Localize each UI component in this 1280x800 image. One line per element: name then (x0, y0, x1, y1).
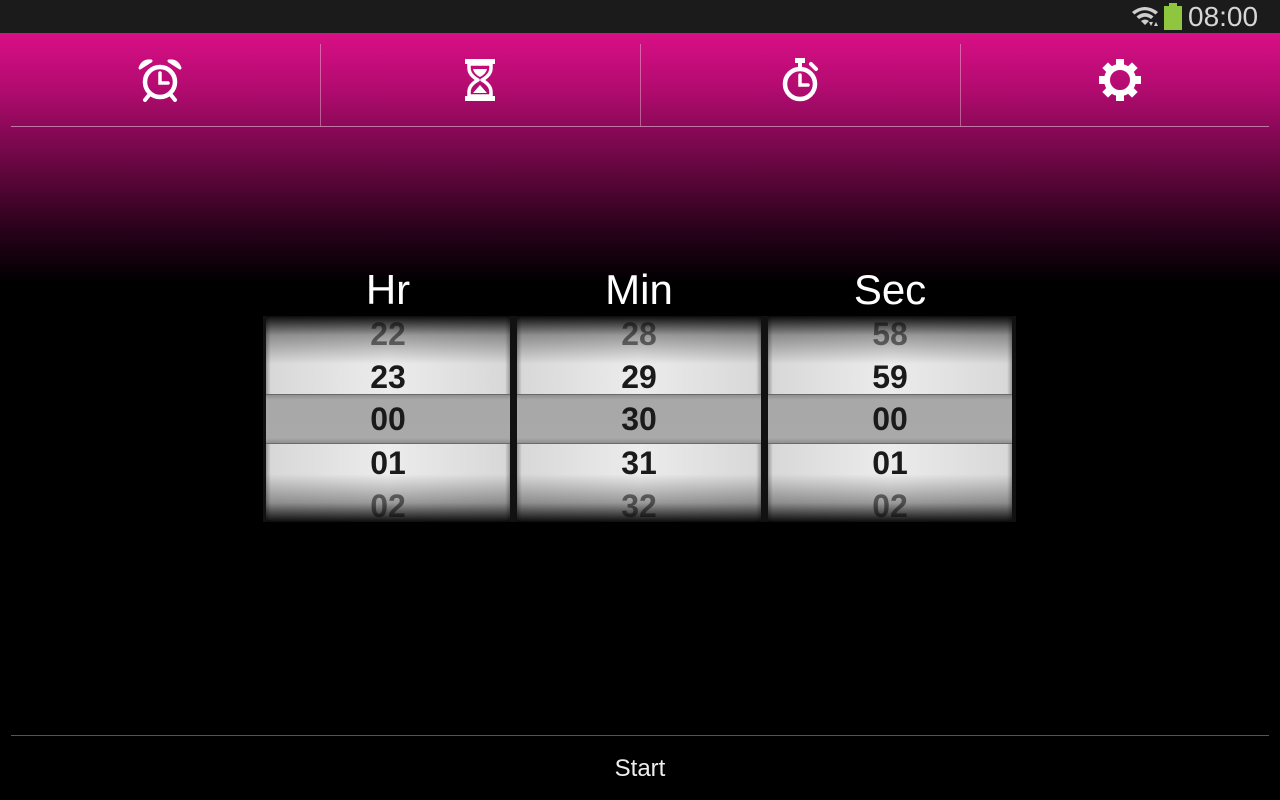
hourglass-icon (465, 58, 495, 101)
gear-icon (1099, 58, 1141, 101)
status-time: 08:00 (1188, 1, 1259, 32)
minutes-wheel[interactable]: 28 29 30 31 32 (517, 316, 761, 522)
tab-bar (0, 33, 1280, 126)
hours-label: Hr (365, 266, 411, 313)
wheel-value: 23 (370, 359, 406, 395)
tab-separator (960, 44, 961, 126)
wifi-icon (1132, 7, 1158, 26)
wheel-value: 01 (370, 445, 406, 481)
wheel-value: 02 (370, 488, 406, 522)
wheel-value: 28 (621, 316, 657, 352)
seconds-label: Sec (853, 266, 927, 313)
start-button[interactable]: Start (0, 737, 1280, 800)
tab-stopwatch[interactable] (640, 33, 960, 126)
status-bar: 08:00 (0, 0, 1280, 33)
wheel-selected-value: 00 (768, 394, 1012, 444)
tab-settings[interactable] (960, 33, 1280, 126)
seconds-wheel[interactable]: 58 59 00 01 02 (768, 316, 1012, 522)
wheel-value: 02 (872, 488, 908, 522)
wheel-value: 29 (621, 359, 657, 395)
wheel-value: 32 (621, 488, 657, 522)
wheel-value: 31 (621, 445, 657, 481)
bottom-divider (11, 735, 1269, 736)
tab-underline (11, 126, 1269, 127)
wheel-value: 59 (872, 359, 908, 395)
wheel-value: 22 (370, 316, 406, 352)
minutes-label: Min (605, 266, 673, 313)
tab-separator (640, 44, 641, 126)
tab-alarm[interactable] (0, 33, 320, 126)
hours-wheel[interactable]: 22 23 00 01 02 (266, 316, 510, 522)
wheel-value: 58 (872, 316, 908, 352)
alarm-clock-icon (138, 58, 182, 102)
wheel-selected-value: 00 (266, 394, 510, 444)
battery-icon (1164, 3, 1182, 30)
tab-separator (320, 44, 321, 126)
tab-timer[interactable] (320, 33, 640, 126)
stopwatch-icon (782, 57, 818, 101)
wheel-value: 01 (872, 445, 908, 481)
wheel-selected-value: 30 (517, 394, 761, 444)
